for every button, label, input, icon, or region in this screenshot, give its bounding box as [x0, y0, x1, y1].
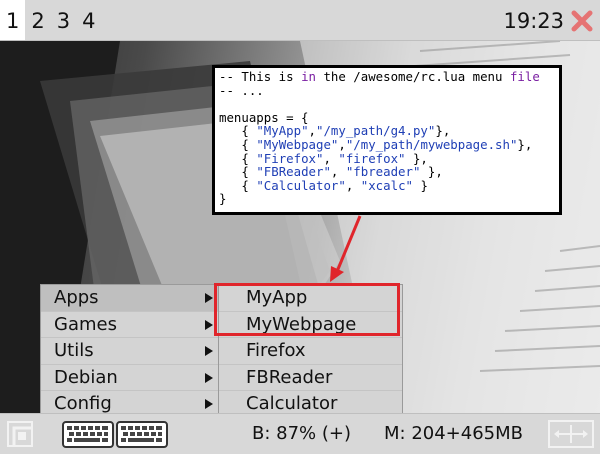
submenu-item-mywebpage[interactable]: MyWebpage [219, 312, 402, 339]
submenu-arrow-icon [205, 346, 213, 357]
submenu-arrow-icon [205, 399, 213, 410]
tag-list: 1 2 3 4 [0, 0, 102, 40]
top-panel: 1 2 3 4 19:23 [0, 0, 600, 41]
resize-icon[interactable] [548, 420, 594, 448]
submenu-arrow-icon [205, 319, 213, 330]
memory-status: M: 204+465MB [384, 423, 523, 444]
tag-2[interactable]: 2 [25, 0, 50, 40]
main-menu: Apps Games Utils Debian Config [40, 284, 220, 418]
callout-arrow-icon [330, 215, 362, 282]
code-line-1: -- This is in the /awesome/rc.lua menu f… [219, 69, 540, 84]
menu-item-label: Games [54, 313, 117, 335]
bottom-panel: B: 87% (+) M: 204+465MB [0, 413, 600, 454]
submenu-arrow-icon [205, 293, 213, 303]
menu-item-label: Apps [54, 287, 99, 308]
battery-status: B: 87% (+) [252, 423, 351, 444]
launcher-icon[interactable] [6, 420, 34, 448]
submenu-item-fbreader[interactable]: FBReader [219, 365, 402, 392]
submenu-item-firefox[interactable]: Firefox [219, 338, 402, 365]
menu-item-label: Debian [54, 366, 118, 388]
apps-submenu: MyApp MyWebpage Firefox FBReader Calcula… [218, 284, 403, 418]
close-icon[interactable] [570, 9, 594, 33]
submenu-item-myapp[interactable]: MyApp [219, 285, 402, 312]
menu-item-label: Utils [54, 340, 94, 362]
menu-item-label: Config [54, 393, 112, 415]
menu-item-games[interactable]: Games [41, 312, 219, 339]
tag-4[interactable]: 4 [76, 0, 101, 40]
code-line-10: } [219, 191, 227, 207]
keyboard-icon[interactable] [116, 421, 168, 448]
clock: 19:23 [503, 9, 564, 33]
tag-1[interactable]: 1 [0, 0, 26, 40]
code-callout: -- This is in the /awesome/rc.lua menu f… [212, 65, 562, 215]
menu-item-utils[interactable]: Utils [41, 338, 219, 365]
menu-item-debian[interactable]: Debian [41, 365, 219, 392]
code-line-9: { "Calculator", "xcalc" } [219, 177, 428, 193]
submenu-arrow-icon [205, 372, 213, 383]
keyboard-icon[interactable] [62, 421, 114, 448]
menu-item-apps[interactable]: Apps [41, 285, 219, 312]
tag-3[interactable]: 3 [51, 0, 76, 40]
code-line-2: -- ... [219, 82, 264, 98]
